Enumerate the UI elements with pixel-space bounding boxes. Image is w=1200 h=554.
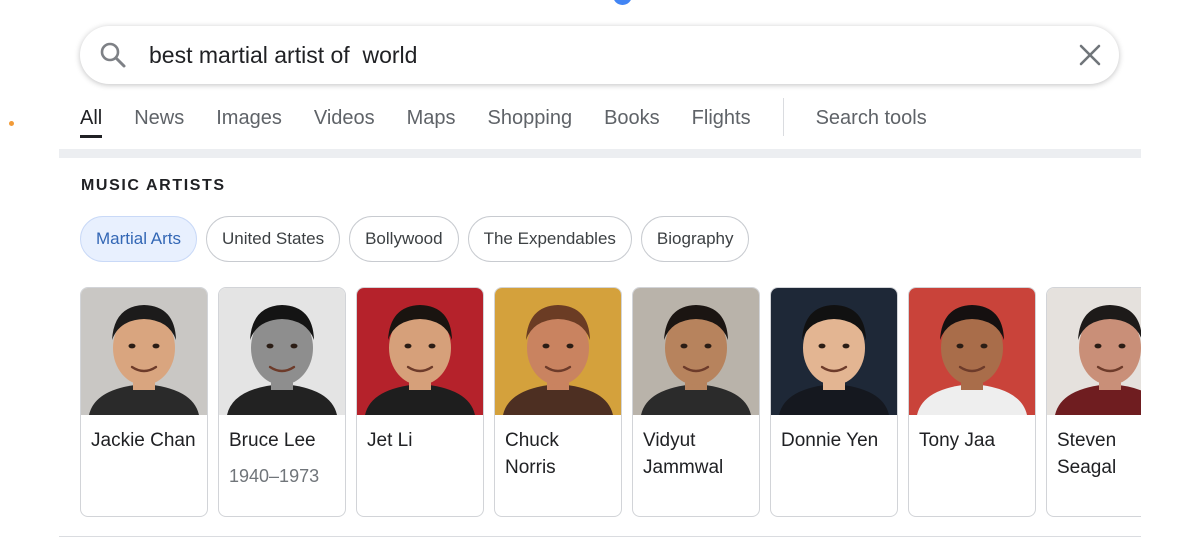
artist-name: Steven Seagal [1057, 430, 1117, 478]
artist-photo [219, 288, 345, 415]
artist-photo [495, 288, 621, 415]
search-input[interactable]: best martial artist of world [149, 40, 417, 70]
filter-chips: Martial Arts United States Bollywood The… [80, 216, 758, 262]
artist-name: Jet Li [367, 430, 413, 451]
artist-name: Bruce Lee [229, 430, 316, 451]
artist-name: Jackie Chan [91, 430, 196, 451]
profile-indicator [613, 0, 632, 5]
tab-books[interactable]: Books [604, 100, 660, 136]
artist-card[interactable]: Bruce Lee 1940–1973 [218, 287, 346, 517]
search-tools-button[interactable]: Search tools [816, 100, 927, 136]
chip-bollywood[interactable]: Bollywood [349, 216, 459, 262]
notification-dot [9, 121, 14, 126]
artist-carousel-track: Jackie Chan Bruce Lee 1940–1973 Jet Li Chuck… [80, 287, 1141, 517]
section-separator [59, 149, 1141, 158]
artist-card[interactable]: Jet Li [356, 287, 484, 517]
tab-images[interactable]: Images [216, 100, 282, 136]
artist-card[interactable]: Steven Seagal [1046, 287, 1141, 517]
close-icon[interactable] [1077, 42, 1103, 68]
artist-photo [909, 288, 1035, 415]
artist-card[interactable]: Vidyut Jammwal [632, 287, 760, 517]
artist-photo [771, 288, 897, 415]
tab-videos[interactable]: Videos [314, 100, 375, 136]
chip-united-states[interactable]: United States [206, 216, 341, 262]
artist-card[interactable]: Jackie Chan [80, 287, 208, 517]
artist-years: 1940–1973 [229, 466, 320, 486]
section-title: MUSIC ARTISTS [81, 177, 226, 194]
artist-card[interactable]: Donnie Yen [770, 287, 898, 517]
artist-photo [1047, 288, 1141, 415]
chip-the-expendables[interactable]: The Expendables [467, 216, 632, 262]
tab-maps[interactable]: Maps [407, 100, 456, 136]
tab-shopping[interactable]: Shopping [488, 100, 573, 136]
chip-martial-arts[interactable]: Martial Arts [80, 216, 198, 262]
artist-card[interactable]: Tony Jaa [908, 287, 1036, 517]
tab-flights[interactable]: Flights [692, 100, 751, 136]
artist-name: Tony Jaa [919, 430, 996, 451]
chip-biography[interactable]: Biography [640, 216, 750, 262]
artist-card[interactable]: Chuck Norris [494, 287, 622, 517]
artist-name: Vidyut Jammwal [643, 430, 724, 478]
artist-name: Donnie Yen [781, 430, 879, 451]
search-tabs: All News Images Videos Maps Shopping Boo… [80, 98, 927, 140]
tab-news[interactable]: News [134, 100, 184, 136]
search-results-page: best martial artist of world All News Im… [0, 0, 1200, 554]
tab-divider [782, 98, 784, 136]
artist-photo [357, 288, 483, 415]
artist-name: Chuck Norris [505, 430, 559, 478]
artist-photo [633, 288, 759, 415]
artist-photo [81, 288, 207, 415]
search-icon[interactable] [99, 41, 127, 69]
tab-all[interactable]: All [80, 100, 103, 138]
bottom-divider [59, 536, 1141, 537]
search-bar[interactable]: best martial artist of world [80, 26, 1119, 84]
artist-carousel[interactable]: Jackie Chan Bruce Lee 1940–1973 Jet Li Chuck… [80, 287, 1141, 519]
